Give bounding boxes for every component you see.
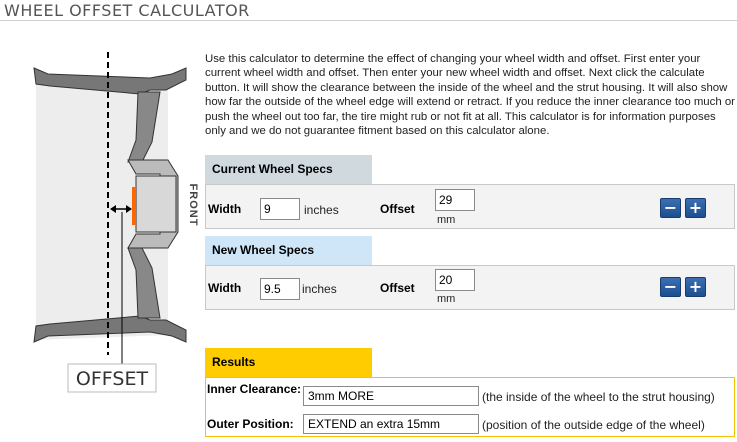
front-label: FRONT (187, 184, 199, 227)
current-offset-input[interactable]: 29 (435, 189, 475, 211)
offset-label: OFFSET (76, 368, 149, 390)
mounting-pad-marker (132, 187, 136, 225)
wheel-cross-section-graphic: FRONT OFFSET (33, 52, 199, 393)
wheel-offset-diagram: FRONT OFFSET (0, 50, 205, 395)
results-header: Results (205, 348, 372, 377)
outer-position-value: EXTEND an extra 15mm (303, 414, 479, 434)
current-offset-label: Offset (380, 202, 415, 216)
new-offset-label: Offset (380, 281, 415, 295)
new-wheel-specs-header: New Wheel Specs (205, 236, 372, 265)
inner-clearance-note: (the inside of the wheel to the strut ho… (482, 390, 715, 404)
new-offset-input[interactable]: 20 (435, 269, 475, 291)
calculator-description: Use this calculator to determine the eff… (205, 53, 735, 138)
current-offset-increase-button[interactable]: + (685, 198, 706, 218)
inner-clearance-label: Inner Clearance: (207, 382, 302, 396)
new-width-label: Width (208, 281, 242, 295)
new-offset-increase-button[interactable]: + (685, 277, 706, 297)
page-title: WHEEL OFFSET CALCULATOR (4, 1, 250, 20)
new-offset-unit: mm (437, 293, 456, 305)
current-offset-unit: mm (437, 214, 456, 226)
current-wheel-specs-row: Width 9 inches Offset 29 mm − + (205, 184, 735, 229)
new-wheel-specs-row: Width 9.5 inches Offset 20 mm − + (205, 265, 735, 310)
new-width-input[interactable]: 9.5 (260, 278, 300, 300)
results-panel: Inner Clearance: 3mm MORE (the inside of… (205, 377, 735, 437)
current-width-label: Width (208, 202, 242, 216)
current-wheel-specs-header: Current Wheel Specs (205, 155, 372, 184)
outer-position-label: Outer Position: (207, 417, 294, 431)
current-width-unit: inches (304, 203, 339, 217)
new-width-unit: inches (302, 282, 337, 296)
new-offset-decrease-button[interactable]: − (660, 277, 681, 297)
current-offset-decrease-button[interactable]: − (660, 198, 681, 218)
current-width-input[interactable]: 9 (260, 198, 300, 220)
hub-face (135, 175, 177, 233)
title-divider (0, 20, 737, 21)
inner-clearance-value: 3mm MORE (303, 386, 479, 406)
outer-position-note: (position of the outside edge of the whe… (482, 418, 705, 432)
